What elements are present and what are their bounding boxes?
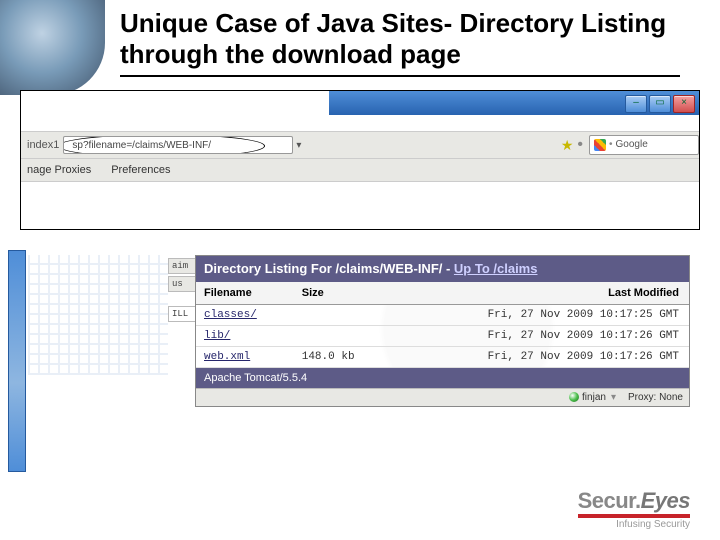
finjan-indicator: finjan ▾ xyxy=(569,392,616,403)
file-link[interactable]: web.xml xyxy=(204,351,250,363)
minimize-button[interactable]: – xyxy=(625,95,647,113)
file-modified: Fri, 27 Nov 2009 10:17:25 GMT xyxy=(391,304,689,325)
file-modified: Fri, 27 Nov 2009 10:17:26 GMT xyxy=(391,325,689,346)
side-tabs: aim us ILL xyxy=(168,258,198,324)
url-text: sp?filename=/claims/WEB-INF/ xyxy=(72,140,211,151)
server-signature: Apache Tomcat/5.5.4 xyxy=(196,368,689,388)
globe-decoration xyxy=(0,0,105,95)
directory-table: Filename Size Last Modified classes/ Fri… xyxy=(196,282,689,368)
dir-heading-prefix: Directory Listing For /claims/WEB-INF/ - xyxy=(204,261,454,276)
title-underline xyxy=(120,75,680,77)
close-button[interactable]: × xyxy=(673,95,695,113)
window-controls: – ▭ × xyxy=(625,95,695,113)
brand-tagline: Infusing Security xyxy=(578,520,690,530)
brand-eyes: Eyes xyxy=(641,488,690,513)
col-size: Size xyxy=(294,282,392,305)
maximize-button[interactable]: ▭ xyxy=(649,95,671,113)
toolbar-proxies[interactable]: nage Proxies xyxy=(27,164,91,176)
brand-underline xyxy=(578,514,690,518)
finjan-label: finjan xyxy=(582,392,606,403)
table-row: lib/ Fri, 27 Nov 2009 10:17:26 GMT xyxy=(196,325,689,346)
file-link[interactable]: lib/ xyxy=(204,330,230,342)
address-label: index1 xyxy=(27,139,59,151)
search-label: Google xyxy=(616,136,648,154)
shield-icon xyxy=(569,392,579,402)
star-icon[interactable]: ★ xyxy=(561,137,574,154)
search-input[interactable]: • Google xyxy=(589,135,699,155)
table-row: web.xml 148.0 kb Fri, 27 Nov 2009 10:17:… xyxy=(196,346,689,367)
file-link[interactable]: classes/ xyxy=(204,309,257,321)
col-filename: Filename xyxy=(196,282,294,305)
side-tab[interactable]: us xyxy=(168,276,198,292)
chevron-down-icon[interactable]: ▾ xyxy=(296,140,301,151)
file-size xyxy=(294,325,392,346)
side-tab-active[interactable]: ILL xyxy=(168,306,198,322)
proxy-status: Proxy: None xyxy=(628,392,683,403)
google-icon xyxy=(594,139,606,151)
side-tab[interactable]: aim xyxy=(168,258,198,274)
toolbar-preferences[interactable]: Preferences xyxy=(111,164,170,176)
url-input[interactable]: sp?filename=/claims/WEB-INF/ xyxy=(63,136,293,154)
dir-up-link[interactable]: Up To /claims xyxy=(454,261,538,276)
file-size xyxy=(294,304,392,325)
browser-toolbar: nage Proxies Preferences xyxy=(21,159,699,182)
directory-heading: Directory Listing For /claims/WEB-INF/ -… xyxy=(196,256,689,282)
col-modified: Last Modified xyxy=(391,282,689,305)
browser-window-top: – ▭ × index1 sp?filename=/claims/WEB-INF… xyxy=(20,90,700,230)
file-size: 148.0 kb xyxy=(294,346,392,367)
brand-secur: Secur. xyxy=(578,488,641,513)
decoration-stripe xyxy=(8,250,26,472)
table-row: classes/ Fri, 27 Nov 2009 10:17:25 GMT xyxy=(196,304,689,325)
browser-statusbar: finjan ▾ Proxy: None xyxy=(196,388,689,406)
file-modified: Fri, 27 Nov 2009 10:17:26 GMT xyxy=(391,346,689,367)
address-bar-row: index1 sp?filename=/claims/WEB-INF/ ▾ ★ … xyxy=(21,131,699,159)
directory-listing-panel: Directory Listing For /claims/WEB-INF/ -… xyxy=(195,255,690,407)
slide-title: Unique Case of Java Sites- Directory Lis… xyxy=(120,8,680,70)
decoration-dots xyxy=(28,255,168,375)
footer-logo: Secur.Eyes Infusing Security xyxy=(578,490,690,530)
